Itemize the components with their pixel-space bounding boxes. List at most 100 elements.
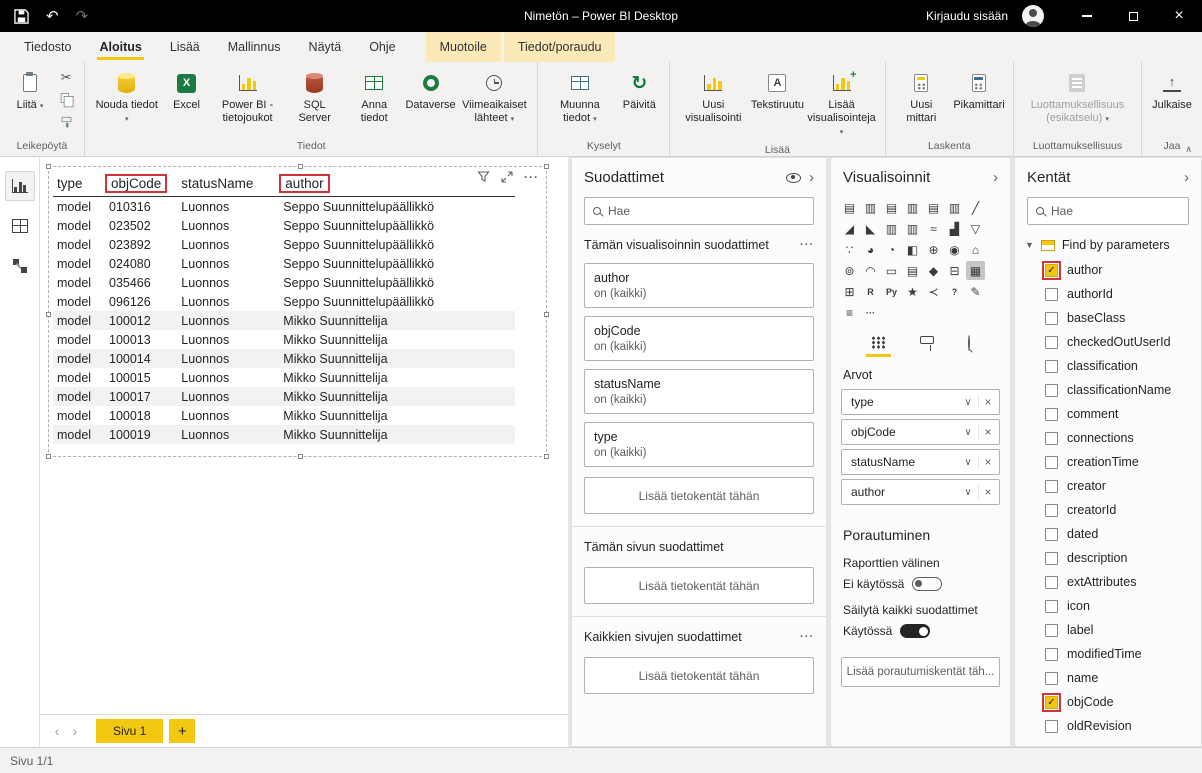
table-cell[interactable]: Luonnos	[177, 406, 279, 425]
map-icon[interactable]: ⊕	[924, 240, 943, 259]
smart-narrative-icon[interactable]: ✎	[966, 282, 985, 301]
field-item-classification[interactable]: classification	[1015, 354, 1201, 378]
julkaise-button[interactable]: ↑Julkaise	[1148, 66, 1196, 114]
resize-handle[interactable]	[544, 164, 549, 169]
resize-handle[interactable]	[46, 164, 51, 169]
column-header-statusName[interactable]: statusName	[177, 173, 279, 197]
more-options-icon[interactable]: ···	[524, 171, 539, 183]
checkbox[interactable]	[1045, 456, 1058, 469]
paginated-report-icon[interactable]: ≡	[840, 303, 859, 322]
field-well-objCode[interactable]: objCode∨×	[841, 419, 1000, 445]
table-cell[interactable]: model	[53, 254, 105, 273]
checkbox[interactable]	[1045, 384, 1058, 397]
table-cell[interactable]: Seppo Suunnittelupäällikkö	[279, 273, 515, 292]
checkbox[interactable]	[1045, 336, 1058, 349]
table-row[interactable]: model010316LuonnosSeppo Suunnittelupääll…	[53, 197, 515, 217]
field-item-comment[interactable]: comment	[1015, 402, 1201, 426]
field-item-extAttributes[interactable]: extAttributes	[1015, 570, 1201, 594]
luottamuksellisuus-esikatselu-button[interactable]: Luottamuksellisuus (esikatselu) ▾	[1020, 66, 1135, 128]
ribbon-tab-lis[interactable]: Lisää	[156, 32, 214, 62]
uusi-mittari-button[interactable]: Uusi mittari	[892, 66, 951, 127]
table-cell[interactable]: 010316	[105, 197, 177, 217]
table-visual-grid[interactable]: typeobjCodestatusNameauthormodel010316Lu…	[53, 173, 515, 444]
table-row[interactable]: model100014LuonnosMikko Suunnittelija	[53, 349, 515, 368]
filter-card-author[interactable]: authoron (kaikki)	[584, 263, 814, 308]
key-influencers-icon[interactable]: ★	[903, 282, 922, 301]
resize-handle[interactable]	[298, 454, 303, 459]
drillthrough-dropzone[interactable]: Lisää porautumiskentät täh...	[841, 657, 1000, 687]
field-item-baseClass[interactable]: baseClass	[1015, 306, 1201, 330]
table-cell[interactable]: Luonnos	[177, 235, 279, 254]
checkbox[interactable]	[1045, 528, 1058, 541]
checkbox[interactable]	[1045, 480, 1058, 493]
field-item-creatorId[interactable]: creatorId	[1015, 498, 1201, 522]
chevron-down-icon[interactable]: ▼	[1025, 240, 1034, 250]
table-row[interactable]: model100017LuonnosMikko Suunnittelija	[53, 387, 515, 406]
checkbox[interactable]	[1045, 672, 1058, 685]
chevron-down-icon[interactable]: ∨	[958, 487, 978, 498]
table-row[interactable]: model100013LuonnosMikko Suunnittelija	[53, 330, 515, 349]
100-stacked-column-chart-icon[interactable]: ▥	[945, 198, 964, 217]
dataverse-button[interactable]: Dataverse	[404, 66, 458, 114]
filter-card-objCode[interactable]: objCodeon (kaikki)	[584, 316, 814, 361]
matrix-icon[interactable]: ⊞	[840, 282, 859, 301]
ribbon-tab-n-yt[interactable]: Näytä	[295, 32, 356, 62]
table-tree-item[interactable]: ▼ Find by parameters	[1015, 225, 1201, 258]
checkbox[interactable]	[1045, 552, 1058, 565]
resize-handle[interactable]	[544, 454, 549, 459]
table-cell[interactable]: Mikko Suunnittelija	[279, 368, 515, 387]
stacked-area-chart-icon[interactable]: ◣	[861, 219, 880, 238]
copy-icon-button[interactable]	[56, 90, 76, 107]
table-cell[interactable]: model	[53, 406, 105, 425]
table-cell[interactable]: model	[53, 216, 105, 235]
excel-button[interactable]: XExcel	[163, 66, 211, 114]
table-cell[interactable]: Mikko Suunnittelija	[279, 406, 515, 425]
collapse-ribbon-icon[interactable]: ∧	[1185, 144, 1192, 155]
field-item-classificationName[interactable]: classificationName	[1015, 378, 1201, 402]
table-row[interactable]: model035466LuonnosSeppo Suunnittelupääll…	[53, 273, 515, 292]
clustered-bar-chart-icon[interactable]: ▤	[882, 198, 901, 217]
table-cell[interactable]: model	[53, 292, 105, 311]
field-item-objCode[interactable]: ✓objCode	[1015, 690, 1201, 714]
r-script-visual-icon[interactable]: R	[861, 282, 880, 301]
slicer-icon[interactable]: ⊟	[945, 261, 964, 280]
treemap-icon[interactable]: ◧	[903, 240, 922, 259]
table-icon[interactable]: ▦	[966, 261, 985, 280]
table-row[interactable]: model024080LuonnosSeppo Suunnittelupääll…	[53, 254, 515, 273]
field-item-label[interactable]: label	[1015, 618, 1201, 642]
line-and-stacked-column-chart-icon[interactable]: ▥	[882, 219, 901, 238]
more-options-icon[interactable]: ···	[861, 303, 880, 322]
analytics-tab[interactable]	[965, 333, 973, 359]
table-row[interactable]: model100012LuonnosMikko Suunnittelija	[53, 311, 515, 330]
card-icon[interactable]: ▭	[882, 261, 901, 280]
field-item-modifiedTime[interactable]: modifiedTime	[1015, 642, 1201, 666]
filters-search[interactable]	[584, 197, 814, 225]
chevron-down-icon[interactable]: ∨	[958, 397, 978, 408]
close-button[interactable]: ×	[1156, 0, 1202, 32]
area-chart-icon[interactable]: ◢	[840, 219, 859, 238]
table-cell[interactable]: Seppo Suunnittelupäällikkö	[279, 197, 515, 217]
table-cell[interactable]: Seppo Suunnittelupäällikkö	[279, 292, 515, 311]
stacked-column-chart-icon[interactable]: ▥	[861, 198, 880, 217]
ribbon-tab-aloitus[interactable]: Aloitus	[85, 32, 155, 62]
liit-button[interactable]: Liitä ▾	[6, 66, 54, 115]
add-data-fields-dropzone[interactable]: Lisää tietokentät tähän	[584, 567, 814, 604]
table-cell[interactable]: model	[53, 273, 105, 292]
tekstiruutu-button[interactable]: ATekstiruutu	[750, 66, 804, 114]
remove-field-icon[interactable]: ×	[978, 455, 997, 469]
table-cell[interactable]: model	[53, 330, 105, 349]
table-row[interactable]: model100015LuonnosMikko Suunnittelija	[53, 368, 515, 387]
checkbox[interactable]	[1045, 432, 1058, 445]
collapse-pane-icon[interactable]: ›	[993, 170, 998, 185]
scatter-chart-icon[interactable]: ∵	[840, 240, 859, 259]
avatar[interactable]	[1022, 5, 1044, 27]
table-cell[interactable]: model	[53, 235, 105, 254]
table-cell[interactable]: 100018	[105, 406, 177, 425]
table-cell[interactable]: Seppo Suunnittelupäällikkö	[279, 216, 515, 235]
table-cell[interactable]: Luonnos	[177, 254, 279, 273]
table-cell[interactable]: model	[53, 368, 105, 387]
fields-search[interactable]	[1027, 197, 1189, 225]
ribbon-tab-tiedosto[interactable]: Tiedosto	[10, 32, 85, 62]
fields-tab[interactable]	[868, 333, 889, 359]
table-cell[interactable]: Luonnos	[177, 387, 279, 406]
